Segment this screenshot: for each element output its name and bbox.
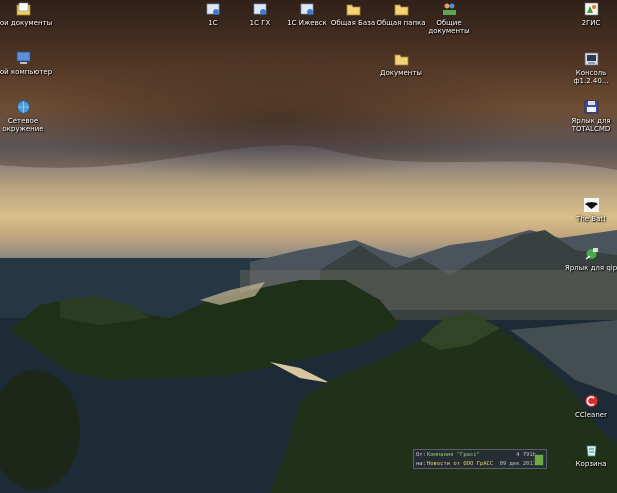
folder-icon [393, 51, 409, 67]
desktop-icon-label: 1С Ижевск [287, 19, 327, 27]
desktop-icon-my-computer[interactable]: Мой компьютер [0, 50, 54, 76]
desktop-icon-console[interactable]: Консоль ф1.2.40... [560, 51, 617, 85]
1c-icon [252, 1, 268, 17]
desktop-icon-2gis[interactable]: 2ГИС [560, 1, 617, 27]
mail-notification[interactable]: От: Компания "Грасс" 4 791b на: Новости … [413, 449, 547, 469]
1c-icon [299, 1, 315, 17]
desktop-icon-label: Консоль ф1.2.40... [573, 69, 609, 85]
desktop-icon-ccleaner[interactable]: CCleaner [560, 393, 617, 419]
desktop-icon-recycle-bin[interactable]: Корзина [560, 442, 617, 468]
floppy-icon [583, 99, 599, 115]
desktop-icon-label: 1С ГХ [249, 19, 271, 27]
notification-subject: Новости от ООО ГрАСС [426, 461, 494, 467]
users-folder-icon [441, 1, 457, 17]
desktop-wallpaper: Мои документы Мой компьютер Сетевое окру… [0, 0, 617, 493]
desktop-icon-label: Ярлык для TOTALCMD [571, 117, 611, 133]
ccleaner-icon [583, 393, 599, 409]
desktop-icon-label: CCleaner [575, 411, 607, 419]
desktop-icon-shared-docs[interactable]: Общие документы [418, 1, 480, 35]
desktop-icon-label: The Bat! [576, 215, 606, 223]
recycle-bin-icon [583, 442, 599, 458]
desktop-icon-documents[interactable]: Документы [370, 51, 432, 77]
folder-icon [345, 1, 361, 17]
desktop-icon-label: Документы [380, 69, 422, 77]
desktop-icon-totalcmd[interactable]: Ярлык для TOTALCMD [560, 99, 617, 133]
notification-date: 09 дек 2011 [499, 461, 536, 467]
qip-icon [583, 246, 599, 262]
desktop-icon-thebat[interactable]: The Bat! [560, 197, 617, 223]
desktop-icon-label: Корзина [575, 460, 607, 468]
desktop-icon-label: Мой компьютер [0, 68, 53, 76]
desktop-icon-label: 2ГИС [581, 19, 601, 27]
desktop-icon-network[interactable]: Сетевое окружение [0, 99, 54, 133]
wallpaper-landscape [0, 0, 617, 493]
mail-icon[interactable] [534, 454, 544, 466]
notification-from: Компания "Грасс" [426, 452, 480, 458]
console-icon [583, 51, 599, 67]
desktop-icon-label: 1С [208, 19, 218, 27]
desktop-icon-my-documents[interactable]: Мои документы [0, 1, 54, 27]
bat-icon [583, 197, 599, 213]
notification-subject-label: на: [416, 461, 426, 467]
desktop-icon-qip[interactable]: Ярлык для qip [560, 246, 617, 272]
2gis-icon [583, 1, 599, 17]
desktop-icon-label: Мои документы [0, 19, 53, 27]
network-icon [15, 99, 31, 115]
desktop-icon-label: Общая База [330, 19, 376, 27]
1c-icon [205, 1, 221, 17]
folder-documents-icon [15, 1, 31, 17]
desktop-icon-label: Общие документы [428, 19, 470, 35]
desktop-icon-label: Сетевое окружение [2, 117, 44, 133]
folder-icon [393, 1, 409, 17]
computer-icon [15, 50, 31, 66]
notification-from-label: От: [416, 452, 426, 458]
desktop-icon-label: Ярлык для qip [564, 264, 617, 272]
